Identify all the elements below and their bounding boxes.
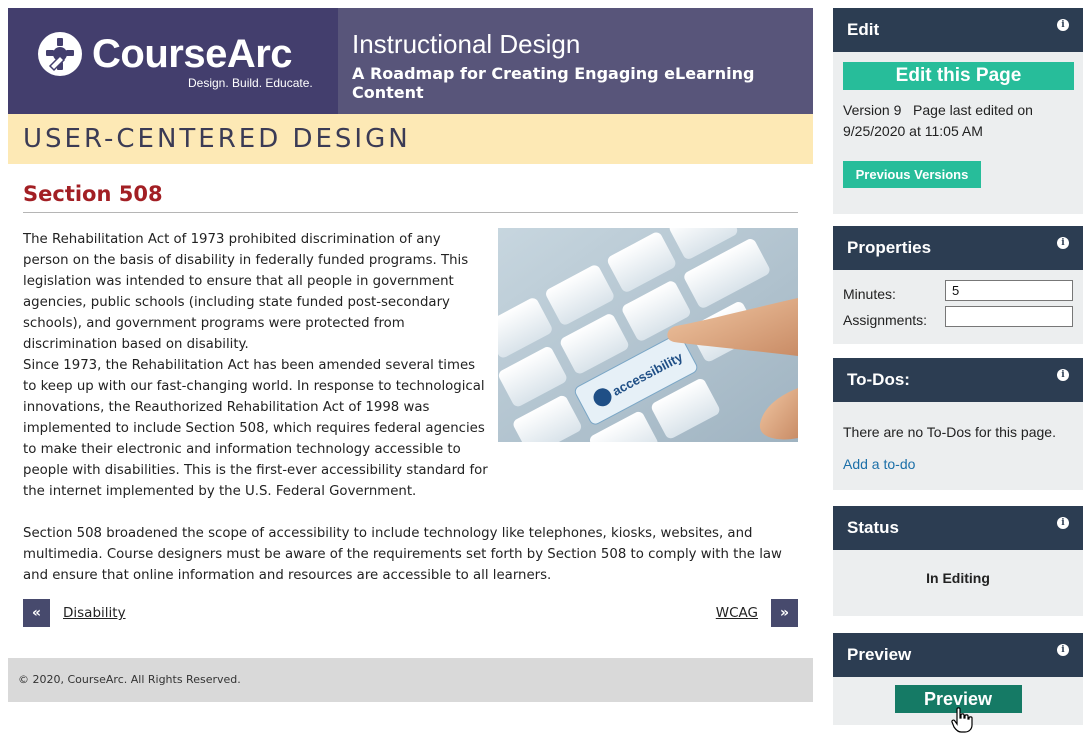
coursearc-logo: CourseArc Design. Build. Educate. bbox=[8, 8, 338, 114]
status-panel-header: Status i bbox=[833, 506, 1083, 550]
todos-panel-body: There are no To-Dos for this page. Add a… bbox=[833, 402, 1083, 482]
page-footer: © 2020, CourseArc. All Rights Reserved. bbox=[8, 658, 813, 702]
assignments-label: Assignments: bbox=[843, 312, 928, 328]
status-panel: Status i In Editing bbox=[833, 506, 1083, 616]
edit-panel-header: Edit i bbox=[833, 8, 1083, 52]
assignments-row: Assignments: bbox=[843, 306, 1073, 332]
course-banner: CourseArc Design. Build. Educate. Instru… bbox=[8, 8, 813, 114]
course-title: Instructional Design bbox=[352, 29, 581, 59]
minutes-label: Minutes: bbox=[843, 286, 896, 302]
preview-panel-title: Preview bbox=[847, 645, 912, 664]
status-value: In Editing bbox=[926, 570, 990, 586]
brand-name: CourseArc bbox=[92, 32, 293, 76]
next-page-link[interactable]: WCAG bbox=[716, 605, 758, 621]
preview-panel-header: Preview i bbox=[833, 633, 1083, 677]
edit-panel-title: Edit bbox=[847, 20, 880, 39]
assignments-input[interactable] bbox=[945, 306, 1073, 327]
add-todo-link[interactable]: Add a to-do bbox=[843, 456, 1073, 472]
keyboard-accessibility-image: accessibility bbox=[498, 228, 798, 442]
version-info: Version 9 Page last edited on 9/25/2020 … bbox=[843, 102, 1037, 139]
status-panel-title: Status bbox=[847, 518, 899, 537]
module-title-bar: USER-CENTERED DESIGN bbox=[8, 114, 813, 164]
paragraph-2: Since 1973, the Rehabilitation Act has b… bbox=[23, 358, 488, 499]
paragraph-3: Section 508 broadened the scope of acces… bbox=[23, 526, 782, 583]
properties-panel-title: Properties bbox=[847, 238, 932, 257]
status-panel-body: In Editing bbox=[833, 550, 1083, 596]
todos-panel-title: To-Dos: bbox=[847, 370, 910, 389]
hand-pointer-cursor-icon bbox=[951, 707, 973, 733]
module-title: USER-CENTERED DESIGN bbox=[23, 124, 411, 154]
info-icon[interactable]: i bbox=[1057, 19, 1069, 31]
todos-empty-text: There are no To-Dos for this page. bbox=[843, 424, 1056, 440]
gear-hand-icon bbox=[38, 32, 82, 76]
minutes-input[interactable]: 5 bbox=[945, 280, 1073, 301]
info-icon[interactable]: i bbox=[1057, 237, 1069, 249]
course-page: CourseArc Design. Build. Educate. Instru… bbox=[8, 8, 813, 702]
edit-page-button[interactable]: Edit this Page bbox=[843, 62, 1074, 90]
info-icon[interactable]: i bbox=[1057, 369, 1069, 381]
edit-panel: Edit i Edit this Page Version 9 Page las… bbox=[833, 8, 1083, 214]
minutes-row: Minutes: 5 bbox=[843, 280, 1073, 306]
todos-panel: To-Dos: i There are no To-Dos for this p… bbox=[833, 358, 1083, 490]
info-icon[interactable]: i bbox=[1057, 517, 1069, 529]
keyboard-illustration: accessibility bbox=[498, 228, 798, 442]
edit-panel-body: Edit this Page Version 9 Page last edite… bbox=[833, 52, 1083, 198]
todos-panel-header: To-Dos: i bbox=[833, 358, 1083, 402]
properties-panel-header: Properties i bbox=[833, 226, 1083, 270]
course-subtitle: A Roadmap for Creating Engaging eLearnin… bbox=[352, 64, 755, 102]
properties-panel-body: Minutes: 5 Assignments: bbox=[833, 270, 1083, 342]
info-icon[interactable]: i bbox=[1057, 644, 1069, 656]
page-content: Section 508 The Rehabilitation Act of 19… bbox=[8, 164, 813, 627]
properties-panel: Properties i Minutes: 5 Assignments: bbox=[833, 226, 1083, 344]
prev-page-button[interactable]: « bbox=[23, 599, 50, 627]
section-title: Section 508 bbox=[23, 182, 798, 213]
paragraph-1: The Rehabilitation Act of 1973 prohibite… bbox=[23, 232, 469, 352]
copyright-text: © 2020, CourseArc. All Rights Reserved. bbox=[18, 673, 241, 686]
prev-page-link[interactable]: Disability bbox=[63, 605, 126, 621]
page-pager: « Disability WCAG » bbox=[23, 599, 798, 627]
section-body: The Rehabilitation Act of 1973 prohibite… bbox=[23, 228, 798, 589]
next-page-button[interactable]: » bbox=[771, 599, 798, 627]
brand-tagline: Design. Build. Educate. bbox=[188, 76, 313, 90]
previous-versions-button[interactable]: Previous Versions bbox=[843, 161, 981, 188]
course-title-box: Instructional Design A Roadmap for Creat… bbox=[338, 8, 813, 114]
